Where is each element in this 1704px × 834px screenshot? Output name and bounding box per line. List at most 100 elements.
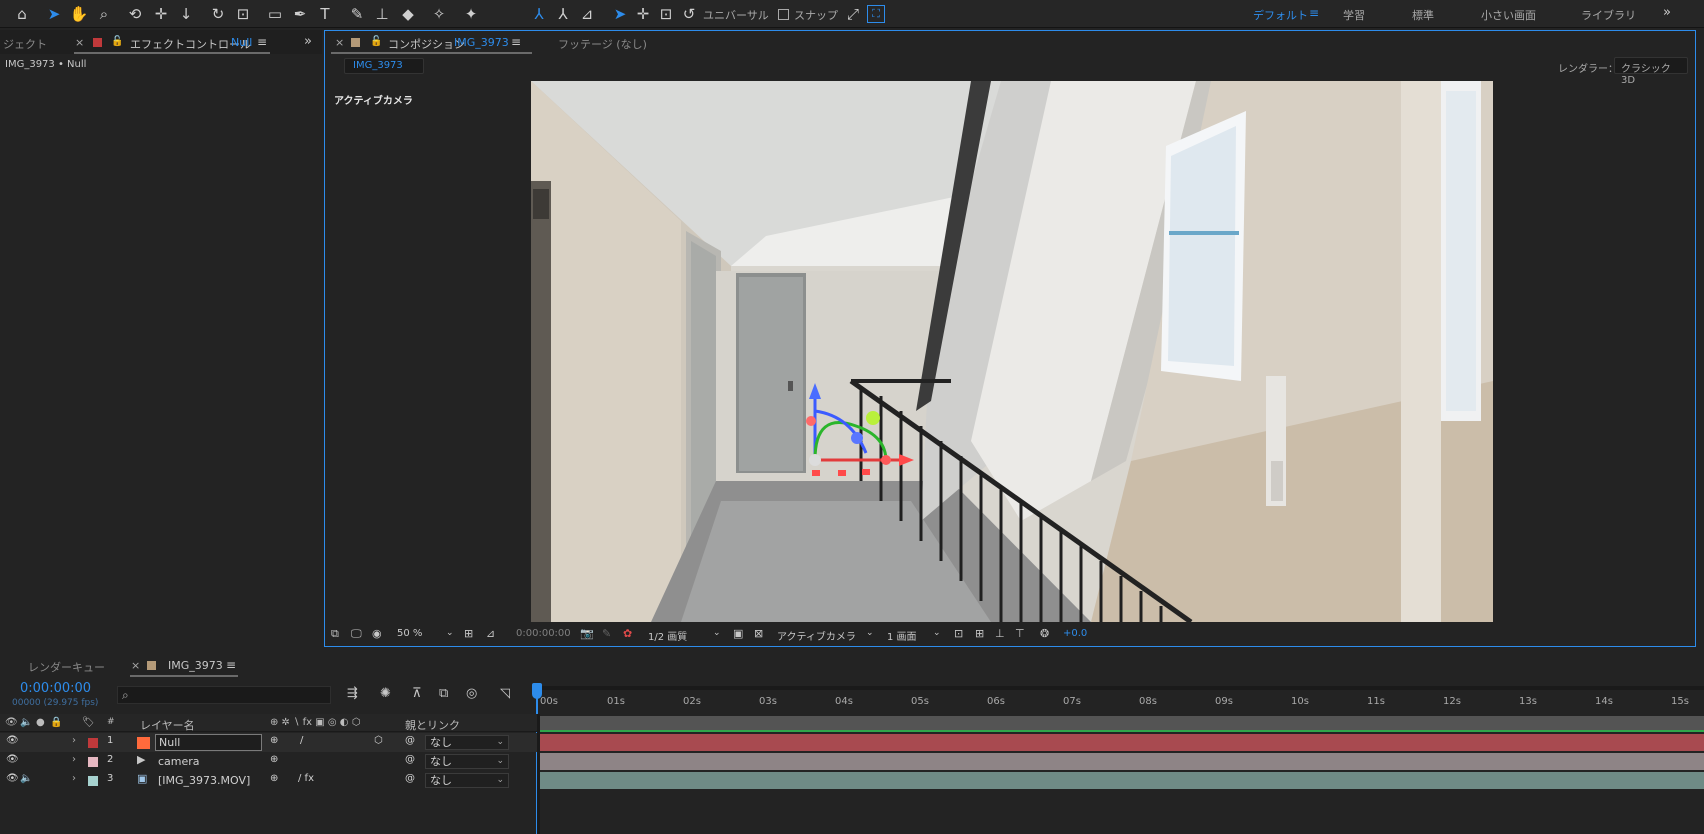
comp-mini-flowchart-icon[interactable]: ⇶: [347, 686, 358, 701]
render-queue-tab[interactable]: レンダーキュー: [28, 659, 105, 675]
anchor-point-tool-icon[interactable]: ⊡: [232, 3, 254, 25]
snapshot-camera-icon[interactable]: 📷: [580, 627, 594, 640]
rotate-tool-icon[interactable]: ↻: [207, 3, 229, 25]
solo-column-icon[interactable]: ●: [36, 717, 45, 728]
clone-stamp-tool-icon[interactable]: ⊥: [371, 3, 393, 25]
camera-view-select[interactable]: アクティブカメラ: [777, 628, 856, 643]
draft-3d-icon[interactable]: ✺: [380, 686, 391, 701]
world-axis-icon[interactable]: ⅄: [552, 3, 574, 25]
layer-name[interactable]: camera: [158, 755, 200, 768]
fit-grid-icon[interactable]: ⊞: [464, 627, 473, 640]
project-tab[interactable]: ジェクト: [3, 36, 47, 52]
universal-select-icon[interactable]: ➤: [609, 3, 631, 25]
expand-chevron-icon[interactable]: ›: [72, 773, 76, 784]
view-layout-select[interactable]: 1 画面: [887, 628, 917, 643]
workspace-small-screen[interactable]: 小さい画面: [1481, 7, 1536, 23]
workspace-libraries[interactable]: ライブラリ: [1581, 7, 1636, 23]
layer-label-color[interactable]: [88, 738, 98, 748]
shy-switch-icon[interactable]: ⊕: [270, 735, 278, 746]
type-tool-icon[interactable]: T: [314, 3, 336, 25]
panel-overflow-icon[interactable]: »: [304, 34, 312, 49]
layer-row-3[interactable]: 👁 🔈 › 3 ▣ [IMG_3973.MOV] ⊕ / fx @ なし ⌄: [0, 771, 537, 790]
lock-column-icon[interactable]: 🔒: [50, 717, 62, 728]
layer-bar-3[interactable]: [540, 772, 1704, 789]
quality-switch-icon[interactable]: /: [300, 735, 303, 746]
shy-switch-icon[interactable]: ⊕: [270, 773, 278, 784]
layer-label-color[interactable]: [88, 757, 98, 767]
layer-name[interactable]: [IMG_3973.MOV]: [158, 774, 250, 787]
local-axis-icon[interactable]: ⅄: [528, 3, 550, 25]
layer-row-2[interactable]: 👁 › 2 ▶ camera ⊕ @ なし ⌄: [0, 752, 537, 771]
selection-tool-icon[interactable]: ➤: [43, 3, 65, 25]
effects-switch-icon[interactable]: / fx: [298, 773, 314, 784]
camera-view-chevron-icon[interactable]: ⌄: [866, 628, 874, 638]
graph-editor-icon[interactable]: ◹: [500, 686, 510, 701]
layer-audio-icon[interactable]: 🔈: [20, 773, 32, 784]
always-preview-icon[interactable]: ⧉: [331, 627, 339, 641]
pickwhip-icon[interactable]: @: [405, 735, 415, 746]
workspace-standard[interactable]: 標準: [1412, 7, 1434, 23]
transparency-grid-icon[interactable]: ⊠: [754, 627, 763, 640]
zoom-select[interactable]: 50 %: [397, 628, 422, 639]
expand-chevron-icon[interactable]: ›: [72, 735, 76, 746]
pan-camera-icon[interactable]: ✛: [150, 3, 172, 25]
shy-switch-icon[interactable]: ⊕: [270, 754, 278, 765]
channels-icon[interactable]: ✿: [623, 627, 632, 640]
parent-select[interactable]: なし ⌄: [425, 773, 509, 788]
home-icon[interactable]: ⌂: [11, 3, 33, 25]
layer-name-editing[interactable]: Null: [155, 734, 262, 751]
parent-select[interactable]: なし ⌄: [425, 754, 509, 769]
orbit-camera-icon[interactable]: ⟲: [124, 3, 146, 25]
comp-lock-icon[interactable]: 🔓: [370, 36, 382, 47]
layer-visibility-icon[interactable]: 👁: [6, 773, 19, 784]
pickwhip-icon[interactable]: @: [405, 773, 415, 784]
parent-link-header[interactable]: 親とリンク: [405, 717, 460, 733]
frame-blending-icon[interactable]: ⧉: [439, 686, 448, 701]
viewer-timecode[interactable]: 0:00:00:00: [516, 628, 571, 639]
workspace-menu-icon[interactable]: ≡: [1309, 6, 1319, 20]
hand-tool-icon[interactable]: ✋: [68, 3, 90, 25]
zoom-chevron-icon[interactable]: ⌄: [446, 628, 454, 638]
universal-rotate-icon[interactable]: ↺: [678, 3, 700, 25]
layer-visibility-icon[interactable]: 👁: [6, 735, 19, 746]
reset-exposure-icon[interactable]: ⊞: [975, 627, 984, 640]
layer-bar-1[interactable]: [540, 734, 1704, 751]
universal-scale-icon[interactable]: ⊡: [655, 3, 677, 25]
timeline-menu-icon[interactable]: ≡: [226, 658, 236, 672]
comp-panel-menu-icon[interactable]: ≡: [511, 35, 521, 49]
current-time-display[interactable]: 0:00:00:00: [20, 681, 91, 696]
timeline-comp-tab[interactable]: IMG_3973: [168, 659, 223, 672]
label-column-icon[interactable]: 🏷: [82, 717, 95, 728]
comp-tab-name[interactable]: IMG_3973: [454, 36, 509, 49]
snap-frame-icon[interactable]: ⛶: [867, 5, 885, 23]
fast-preview-icon[interactable]: ▣: [733, 627, 743, 640]
rectangle-tool-icon[interactable]: ▭: [264, 3, 286, 25]
video-column-icon[interactable]: 👁: [5, 717, 18, 728]
work-area-bar[interactable]: [540, 686, 1704, 690]
region-interest-icon[interactable]: ⊿: [486, 627, 495, 640]
zoom-tool-icon[interactable]: ⌕: [93, 3, 115, 25]
motion-blur-icon[interactable]: ◎: [466, 686, 477, 701]
composition-viewer[interactable]: [531, 81, 1493, 622]
workspace-overflow-icon[interactable]: »: [1663, 5, 1671, 20]
pickwhip-icon[interactable]: @: [405, 754, 415, 765]
universal-move-icon[interactable]: ✛: [632, 3, 654, 25]
puppet-pin-tool-icon[interactable]: ✦: [460, 3, 482, 25]
shy-layers-icon[interactable]: ⊼: [412, 686, 422, 701]
toggle-pixel-aspect-icon[interactable]: ⊡: [954, 627, 963, 640]
monitor-icon[interactable]: 🖵: [351, 627, 362, 641]
workspace-default[interactable]: デフォルト: [1253, 7, 1308, 23]
exposure-icon[interactable]: ❂: [1040, 627, 1049, 640]
workspace-learn[interactable]: 学習: [1343, 7, 1365, 23]
brush-tool-icon[interactable]: ✎: [346, 3, 368, 25]
view-axis-icon[interactable]: ⊿: [576, 3, 598, 25]
show-snapshot-icon[interactable]: ✎: [602, 627, 611, 640]
layer-label-color[interactable]: [88, 776, 98, 786]
pen-tool-icon[interactable]: ✒: [289, 3, 311, 25]
close-comp-tab-icon[interactable]: ×: [335, 36, 344, 49]
resolution-select[interactable]: 1/2 画質: [648, 628, 687, 643]
expand-chevron-icon[interactable]: ›: [72, 754, 76, 765]
close-timeline-tab-icon[interactable]: ×: [131, 659, 140, 672]
layer-visibility-icon[interactable]: 👁: [6, 754, 19, 765]
exposure-value[interactable]: +0.0: [1063, 628, 1087, 639]
